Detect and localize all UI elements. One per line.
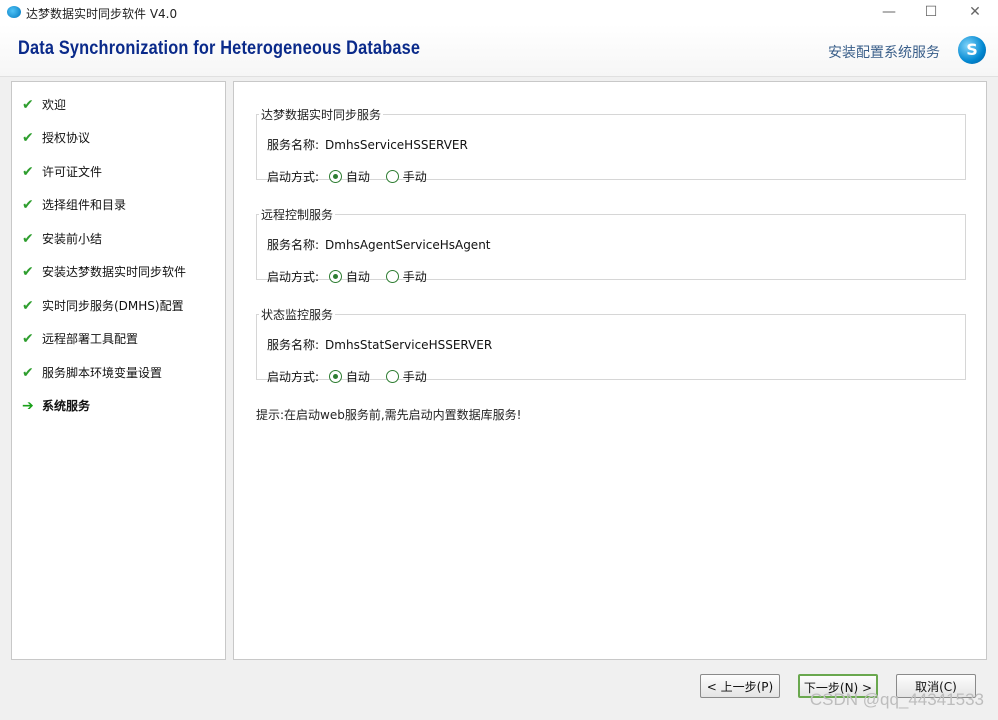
sidebar-item-summary: ✔ 安装前小结	[22, 228, 102, 248]
check-icon: ✔	[22, 297, 34, 314]
sidebar-item-install: ✔ 安装达梦数据实时同步软件	[22, 261, 186, 281]
auto-radio[interactable]	[328, 270, 342, 283]
service-group-monitor: 状态监控服务 服务名称: DmhsStatServiceHSSERVER 启动方式…	[256, 306, 966, 384]
manual-radio-label[interactable]: 手动	[403, 270, 427, 284]
auto-radio[interactable]	[328, 170, 342, 183]
auto-radio-label[interactable]: 自动	[346, 270, 370, 284]
service-name-row: 服务名称: DmhsAgentServiceHsAgent	[267, 236, 491, 253]
sidebar-item-components: ✔ 选择组件和目录	[22, 194, 126, 214]
sidebar-item-label: 服务脚本环境变量设置	[42, 365, 163, 380]
group-title: 达梦数据实时同步服务	[261, 108, 382, 122]
start-mode-label: 启动方式:	[267, 170, 320, 184]
start-mode-label: 启动方式:	[267, 370, 320, 384]
service-name-value: DmhsServiceHSSERVER	[325, 138, 468, 152]
sidebar-item-label: 远程部署工具配置	[42, 331, 139, 346]
sidebar-item-license-file: ✔ 许可证文件	[22, 161, 102, 181]
start-mode-row: 启动方式: 自动 手动	[267, 368, 439, 385]
sidebar-item-welcome: ✔ 欢迎	[22, 94, 66, 114]
service-name-label: 服务名称:	[267, 138, 320, 152]
sidebar-item-label: 实时同步服务(DMHS)配置	[42, 298, 184, 313]
check-icon: ✔	[22, 263, 34, 280]
sidebar-item-license-agreement: ✔ 授权协议	[22, 127, 90, 147]
app-icon	[7, 6, 21, 18]
sidebar-item-system-service: ➔ 系统服务	[22, 395, 90, 415]
service-group-remote: 远程控制服务 服务名称: DmhsAgentServiceHsAgent 启动方式…	[256, 206, 966, 284]
check-icon: ✔	[22, 196, 34, 213]
manual-radio-option[interactable]: 手动	[385, 170, 439, 184]
watermark-text: CSDN @qq_44341533	[809, 690, 984, 709]
sidebar-item-label: 许可证文件	[42, 164, 103, 179]
logo-icon: S	[958, 36, 986, 64]
prev-button[interactable]: < 上一步(P)	[700, 674, 780, 698]
start-mode-label: 启动方式:	[267, 270, 320, 284]
manual-radio[interactable]	[385, 370, 399, 383]
check-icon: ✔	[22, 230, 34, 247]
maximize-button[interactable]: ☐	[916, 2, 946, 22]
sidebar-item-label: 欢迎	[42, 97, 67, 112]
manual-radio[interactable]	[385, 270, 399, 283]
auto-radio-option[interactable]: 自动	[328, 170, 382, 184]
service-group-sync: 达梦数据实时同步服务 服务名称: DmhsServiceHSSERVER 启动方式…	[256, 106, 966, 184]
service-name-label: 服务名称:	[267, 238, 320, 252]
sidebar-item-remote-deploy: ✔ 远程部署工具配置	[22, 328, 138, 348]
arrow-right-icon: ➔	[22, 397, 34, 414]
sidebar-item-label: 安装前小结	[42, 231, 103, 246]
service-name-value: DmhsStatServiceHSSERVER	[325, 338, 493, 352]
manual-radio-label[interactable]: 手动	[403, 370, 427, 384]
service-name-label: 服务名称:	[267, 338, 320, 352]
sidebar-item-label: 安装达梦数据实时同步软件	[42, 264, 187, 279]
service-name-value: DmhsAgentServiceHsAgent	[325, 238, 491, 252]
start-mode-row: 启动方式: 自动 手动	[267, 168, 439, 185]
service-name-row: 服务名称: DmhsStatServiceHSSERVER	[267, 336, 492, 353]
manual-radio-label[interactable]: 手动	[403, 170, 427, 184]
check-icon: ✔	[22, 96, 34, 113]
minimize-button[interactable]: —	[874, 2, 904, 22]
service-name-row: 服务名称: DmhsServiceHSSERVER	[267, 136, 468, 153]
sidebar-item-env-vars: ✔ 服务脚本环境变量设置	[22, 362, 162, 382]
check-icon: ✔	[22, 129, 34, 146]
auto-radio[interactable]	[328, 370, 342, 383]
manual-radio-option[interactable]: 手动	[385, 270, 439, 284]
hint-text: 提示:在启动web服务前,需先启动内置数据库服务!	[256, 408, 522, 422]
step-title: 安装配置系统服务	[828, 45, 940, 61]
step-sidebar: ✔ 欢迎 ✔ 授权协议 ✔ 许可证文件 ✔ 选择组件和目录 ✔ 安装前小结 ✔ 安装达梦数据…	[11, 81, 226, 660]
check-icon: ✔	[22, 330, 34, 347]
group-title: 状态监控服务	[261, 308, 334, 322]
auto-radio-label[interactable]: 自动	[346, 370, 370, 384]
auto-radio-option[interactable]: 自动	[328, 370, 382, 384]
check-icon: ✔	[22, 364, 34, 381]
close-button[interactable]: ✕	[960, 2, 990, 22]
product-title: Data Synchronization for Heterogeneous D…	[18, 38, 421, 59]
sidebar-item-label: 授权协议	[42, 130, 91, 145]
sidebar-item-label: 系统服务	[42, 398, 91, 413]
title-bar: 达梦数据实时同步软件 V4.0 — ☐ ✕	[0, 0, 998, 24]
manual-radio-option[interactable]: 手动	[385, 370, 439, 384]
check-icon: ✔	[22, 163, 34, 180]
manual-radio[interactable]	[385, 170, 399, 183]
window-title: 达梦数据实时同步软件 V4.0	[26, 7, 178, 21]
header-banner: Data Synchronization for Heterogeneous D…	[0, 24, 998, 77]
auto-radio-option[interactable]: 自动	[328, 270, 382, 284]
sidebar-item-dmhs-config: ✔ 实时同步服务(DMHS)配置	[22, 295, 184, 315]
start-mode-row: 启动方式: 自动 手动	[267, 268, 439, 285]
group-title: 远程控制服务	[261, 208, 334, 222]
sidebar-item-label: 选择组件和目录	[42, 197, 127, 212]
main-panel: 达梦数据实时同步服务 服务名称: DmhsServiceHSSERVER 启动方式…	[233, 81, 987, 660]
auto-radio-label[interactable]: 自动	[346, 170, 370, 184]
